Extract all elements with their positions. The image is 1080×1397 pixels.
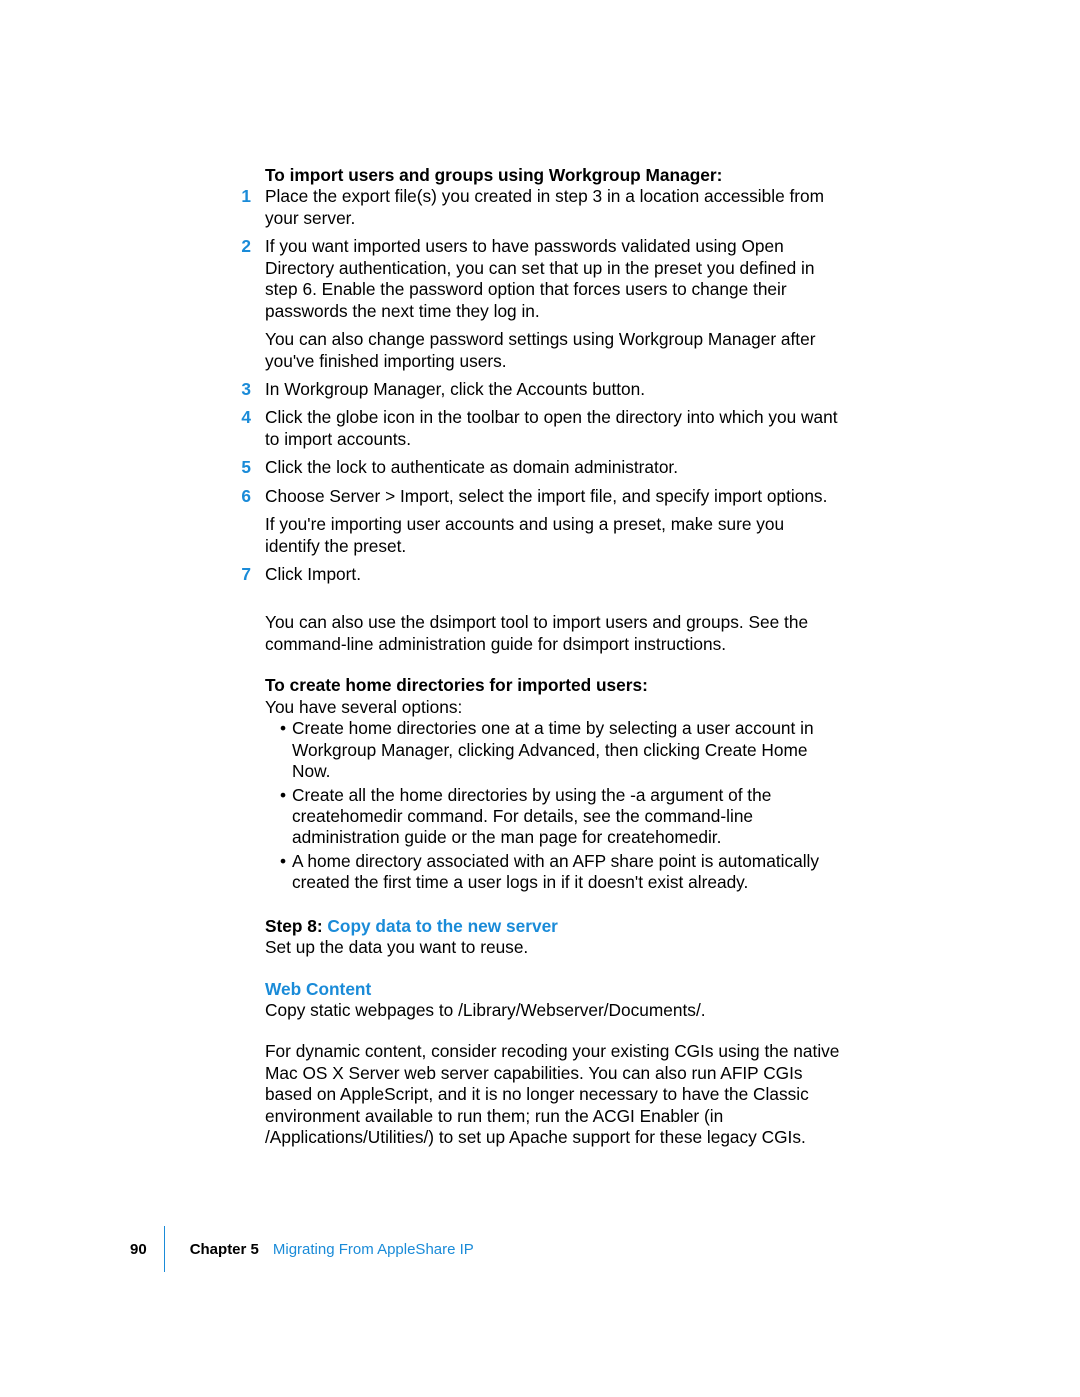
page-footer: 90 Chapter 5 Migrating From AppleShare I… — [130, 1226, 474, 1272]
step-5: 5 Click the lock to authenticate as doma… — [265, 457, 841, 478]
step-7: 7 Click Import. — [265, 564, 841, 585]
step-4: 4 Click the globe icon in the toolbar to… — [265, 407, 841, 450]
list-item: Create all the home directories by using… — [280, 785, 841, 849]
step8-label: Step 8: — [265, 916, 327, 936]
step-number: 7 — [221, 564, 251, 585]
step-1: 1 Place the export file(s) you created i… — [265, 186, 841, 229]
step-text: Place the export file(s) you created in … — [265, 186, 841, 229]
step-number: 2 — [221, 236, 251, 257]
chapter-title: Migrating From AppleShare IP — [273, 1241, 474, 1258]
step-text: If you're importing user accounts and us… — [265, 514, 841, 557]
step-text: In Workgroup Manager, click the Accounts… — [265, 379, 841, 400]
section-intro: You have several options: — [265, 697, 841, 718]
step8-title: Copy data to the new server — [327, 916, 557, 936]
step-number: 5 — [221, 457, 251, 478]
step-text: Choose Server > Import, select the impor… — [265, 486, 841, 507]
footer-divider — [164, 1226, 165, 1272]
step-number: 1 — [221, 186, 251, 207]
step-text: Click Import. — [265, 564, 841, 585]
web-content-p2: For dynamic content, consider recoding y… — [265, 1041, 841, 1148]
section-heading-import: To import users and groups using Workgro… — [265, 165, 841, 186]
web-content-heading: Web Content — [265, 979, 841, 1000]
section-tail-paragraph: You can also use the dsimport tool to im… — [265, 612, 841, 655]
list-item: A home directory associated with an AFP … — [280, 851, 841, 894]
page-content: To import users and groups using Workgro… — [265, 165, 841, 1149]
step-6: 6 Choose Server > Import, select the imp… — [265, 486, 841, 557]
step8-body: Set up the data you want to reuse. — [265, 937, 841, 958]
section-heading-homedirs: To create home directories for imported … — [265, 675, 841, 696]
list-item: Create home directories one at a time by… — [280, 718, 841, 782]
step-number: 4 — [221, 407, 251, 428]
step-text: Click the globe icon in the toolbar to o… — [265, 407, 841, 450]
web-content-p1: Copy static webpages to /Library/Webserv… — [265, 1000, 841, 1021]
step-number: 3 — [221, 379, 251, 400]
step-text: You can also change password settings us… — [265, 329, 841, 372]
chapter-label: Chapter 5 — [190, 1241, 259, 1258]
page-number: 90 — [130, 1241, 147, 1258]
step-2: 2 If you want imported users to have pas… — [265, 236, 841, 372]
step-text: Click the lock to authenticate as domain… — [265, 457, 841, 478]
document-page: To import users and groups using Workgro… — [0, 0, 1080, 1397]
bullet-list: Create home directories one at a time by… — [265, 718, 841, 894]
step-3: 3 In Workgroup Manager, click the Accoun… — [265, 379, 841, 400]
step-number: 6 — [221, 486, 251, 507]
step8-heading: Step 8: Copy data to the new server — [265, 916, 841, 937]
step-text: If you want imported users to have passw… — [265, 236, 841, 322]
